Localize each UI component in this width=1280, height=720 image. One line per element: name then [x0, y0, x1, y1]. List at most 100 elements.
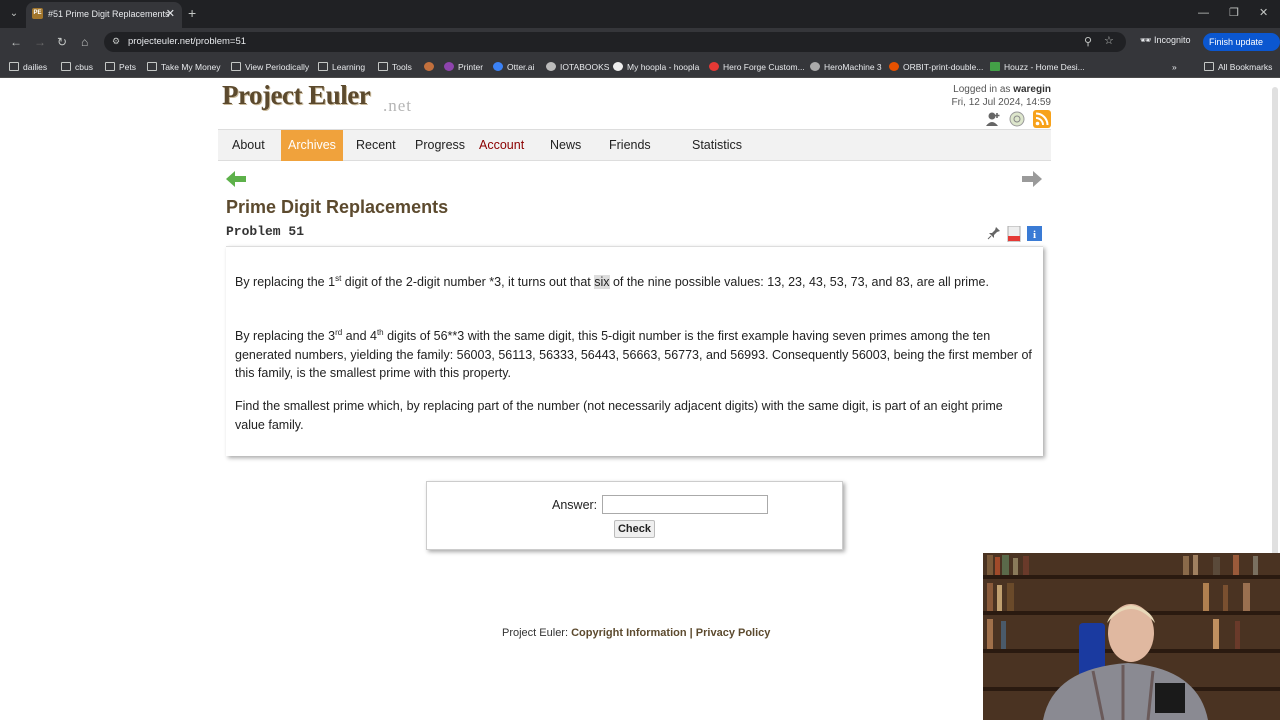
bookmark-favicon-icon	[810, 62, 820, 71]
reload-icon[interactable]: ↻	[57, 35, 67, 49]
bookmark-label: dailies	[23, 62, 48, 72]
info-icon[interactable]: i	[1027, 226, 1042, 241]
bookmark-favicon-icon	[889, 62, 899, 71]
privacy-link[interactable]: Privacy Policy	[696, 627, 771, 639]
bookmark-favicon-icon	[990, 62, 1000, 71]
bookmark-label: Learning	[332, 62, 366, 72]
problem-paragraph: By replacing the 3rd and 4th digits of 5…	[235, 327, 1035, 383]
logged-in-prefix: Logged in as	[953, 84, 1011, 95]
site-logo-suffix: .net	[383, 96, 413, 115]
problem-content: By replacing the 1st digit of the 2-digi…	[226, 246, 1043, 456]
nav-account[interactable]: Account	[472, 130, 531, 161]
tab-title: #51 Prime Digit Replacements	[48, 9, 170, 19]
bookmark-label: IOTABOOKS	[560, 62, 610, 72]
bookmark-label: cbus	[75, 62, 93, 72]
bookmark-label: Take My Money	[161, 62, 221, 72]
search-globe-icon[interactable]	[1008, 110, 1026, 128]
username: waregin	[1013, 84, 1051, 95]
zoom-icon[interactable]: ⚲	[1084, 35, 1092, 48]
bookmark-label: View Periodically	[245, 62, 310, 72]
url-text[interactable]: projecteuler.net/problem=51	[128, 36, 246, 47]
more-bookmarks-icon[interactable]: »	[1172, 61, 1177, 73]
nav-progress[interactable]: Progress	[408, 130, 472, 161]
window-close-icon[interactable]: ✕	[1259, 6, 1268, 20]
bookmark-item[interactable]	[424, 61, 438, 73]
incognito-label: Incognito	[1153, 35, 1191, 45]
nav-statistics[interactable]: Statistics	[685, 130, 749, 161]
nav-friends[interactable]: Friends	[602, 130, 658, 161]
answer-form: Answer: Check	[426, 481, 843, 550]
next-problem-arrow-icon[interactable]	[1022, 171, 1042, 187]
bookmark-item[interactable]: dailies	[9, 61, 47, 73]
bookmark-item[interactable]: Tools	[378, 61, 412, 73]
pdf-icon[interactable]	[1007, 226, 1021, 242]
folder-icon	[61, 62, 71, 71]
bookmark-star-icon[interactable]: ☆	[1104, 34, 1114, 47]
home-icon[interactable]: ⌂	[81, 35, 88, 49]
add-user-icon[interactable]	[984, 110, 1002, 128]
site-info-icon[interactable]: ⚙	[112, 36, 120, 47]
nav-recent[interactable]: Recent	[349, 130, 403, 161]
tab-search-icon[interactable]: ⌄	[6, 6, 22, 22]
bookmark-item[interactable]: IOTABOOKS	[546, 61, 609, 73]
answer-label: Answer:	[552, 498, 598, 512]
incognito-indicator[interactable]: 🕶 Incognito	[1140, 35, 1190, 46]
browser-tab-bar: ⌄ PE #51 Prime Digit Replacements ✕ + — …	[0, 0, 1280, 28]
check-button[interactable]: Check	[614, 520, 655, 538]
bookmark-favicon-icon	[613, 62, 623, 71]
folder-icon	[9, 62, 19, 71]
forward-icon[interactable]: →	[34, 35, 46, 49]
rss-icon[interactable]	[1033, 110, 1051, 128]
folder-icon	[1204, 62, 1214, 71]
bookmark-item[interactable]: My hoopla - hoopla	[613, 61, 699, 73]
bookmark-item[interactable]: Take My Money	[147, 61, 221, 73]
nav-news[interactable]: News	[543, 130, 588, 161]
bookmark-item[interactable]: HeroMachine 3	[810, 61, 882, 73]
address-bar[interactable]: ⚙ projecteuler.net/problem=51 ⚲ ☆	[104, 32, 1126, 52]
pin-icon[interactable]	[987, 226, 1001, 240]
bookmark-item[interactable]: Hero Forge Custom...	[709, 61, 805, 73]
restore-icon[interactable]: ❐	[1229, 6, 1239, 20]
bookmark-label: ORBIT-print-double...	[903, 62, 984, 72]
bookmark-favicon-icon	[444, 62, 454, 71]
tab-close-icon[interactable]: ✕	[166, 2, 175, 26]
bookmark-label: Hero Forge Custom...	[723, 62, 805, 72]
folder-icon	[318, 62, 328, 71]
bookmark-item[interactable]: Houzz - Home Desi...	[990, 61, 1085, 73]
bookmark-item[interactable]: Otter.ai	[493, 61, 534, 73]
bookmark-item[interactable]: View Periodically	[231, 61, 309, 73]
bookmark-label: Houzz - Home Desi...	[1004, 62, 1085, 72]
bookmark-item[interactable]: cbus	[61, 61, 93, 73]
copyright-link[interactable]: Copyright Information	[571, 627, 687, 639]
bookmark-label: Otter.ai	[507, 62, 535, 72]
folder-icon	[147, 62, 157, 71]
browser-tab[interactable]: PE #51 Prime Digit Replacements ✕	[26, 2, 182, 28]
text-span: By replacing the 3	[235, 329, 336, 343]
bookmark-item[interactable]: Printer	[444, 61, 483, 73]
bookmark-favicon-icon	[546, 62, 556, 71]
problem-paragraph: By replacing the 1st digit of the 2-digi…	[235, 273, 1035, 292]
folder-icon	[231, 62, 241, 71]
footer: Project Euler: Copyright Information | P…	[502, 627, 770, 639]
new-tab-icon[interactable]: +	[188, 4, 196, 22]
incognito-icon: 🕶	[1140, 35, 1154, 45]
bookmark-favicon-icon	[424, 62, 434, 71]
bookmark-item[interactable]: Pets	[105, 61, 136, 73]
all-bookmarks[interactable]: All Bookmarks	[1204, 61, 1272, 73]
nav-archives[interactable]: Archives	[281, 130, 343, 161]
bookmark-item[interactable]: Learning	[318, 61, 365, 73]
problem-paragraph: Find the smallest prime which, by replac…	[235, 399, 1003, 432]
finish-update-label: Finish update	[1209, 37, 1264, 47]
back-icon[interactable]: ←	[10, 35, 22, 49]
nav-about[interactable]: About	[225, 130, 272, 161]
minimize-icon[interactable]: —	[1198, 6, 1209, 20]
main-nav: About Archives Recent Progress Account N…	[218, 129, 1051, 161]
answer-input[interactable]	[602, 495, 768, 514]
bookmarks-bar: dailies cbus Pets Take My Money View Per…	[0, 56, 1280, 78]
site-logo[interactable]: Project Euler	[222, 80, 371, 111]
previous-problem-arrow-icon[interactable]	[226, 171, 246, 187]
bookmark-item[interactable]: ORBIT-print-double...	[889, 61, 983, 73]
text-span: and 4	[342, 329, 377, 343]
finish-update-button[interactable]: Finish update ⋮	[1203, 33, 1280, 65]
highlighted-text: six	[594, 275, 610, 289]
